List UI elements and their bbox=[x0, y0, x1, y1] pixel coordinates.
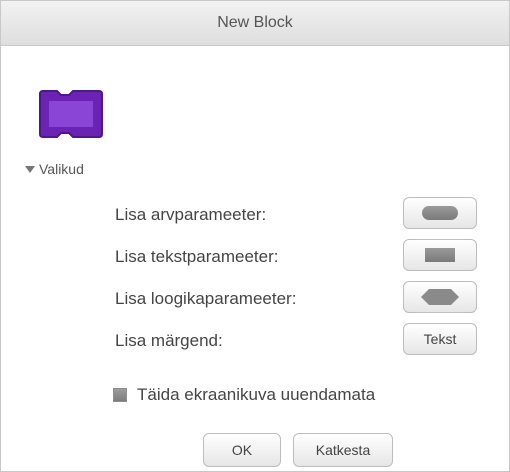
triangle-down-icon bbox=[25, 165, 35, 173]
label-text-row: Lisa märgend: Tekst bbox=[115, 323, 477, 357]
ok-button[interactable]: OK bbox=[203, 433, 281, 467]
run-without-refresh-option[interactable]: Täida ekraanikuva uuendamata bbox=[113, 385, 375, 405]
rectangle-slot-icon bbox=[425, 248, 455, 262]
boolean-param-row: Lisa loogikaparameeter: bbox=[115, 281, 477, 315]
text-param-row: Lisa tekstparameeter: bbox=[115, 239, 477, 273]
run-without-refresh-label: Täida ekraanikuva uuendamata bbox=[137, 385, 376, 404]
dialog-title: New Block bbox=[1, 1, 509, 46]
label-text-label: Lisa märgend: bbox=[115, 331, 223, 350]
boolean-param-label: Lisa loogikaparameeter: bbox=[115, 289, 297, 308]
custom-block-shape-icon bbox=[39, 89, 103, 144]
rounded-slot-icon bbox=[422, 206, 458, 220]
add-label-text-button[interactable]: Tekst bbox=[403, 323, 477, 355]
options-toggle[interactable]: Valikud bbox=[25, 161, 84, 177]
number-param-label: Lisa arvparameeter: bbox=[115, 205, 267, 224]
new-block-dialog: New Block Valikud Lisa arvparameeter: Li… bbox=[0, 0, 510, 472]
number-param-row: Lisa arvparameeter: bbox=[115, 197, 477, 231]
hexagon-slot-icon bbox=[421, 289, 459, 305]
text-param-label: Lisa tekstparameeter: bbox=[115, 247, 279, 266]
options-toggle-label: Valikud bbox=[39, 161, 84, 177]
add-boolean-param-button[interactable] bbox=[403, 281, 477, 313]
add-text-param-button[interactable] bbox=[403, 239, 477, 271]
run-without-refresh-checkbox[interactable] bbox=[113, 388, 127, 402]
cancel-button[interactable]: Katkesta bbox=[293, 433, 393, 467]
add-number-param-button[interactable] bbox=[403, 197, 477, 229]
